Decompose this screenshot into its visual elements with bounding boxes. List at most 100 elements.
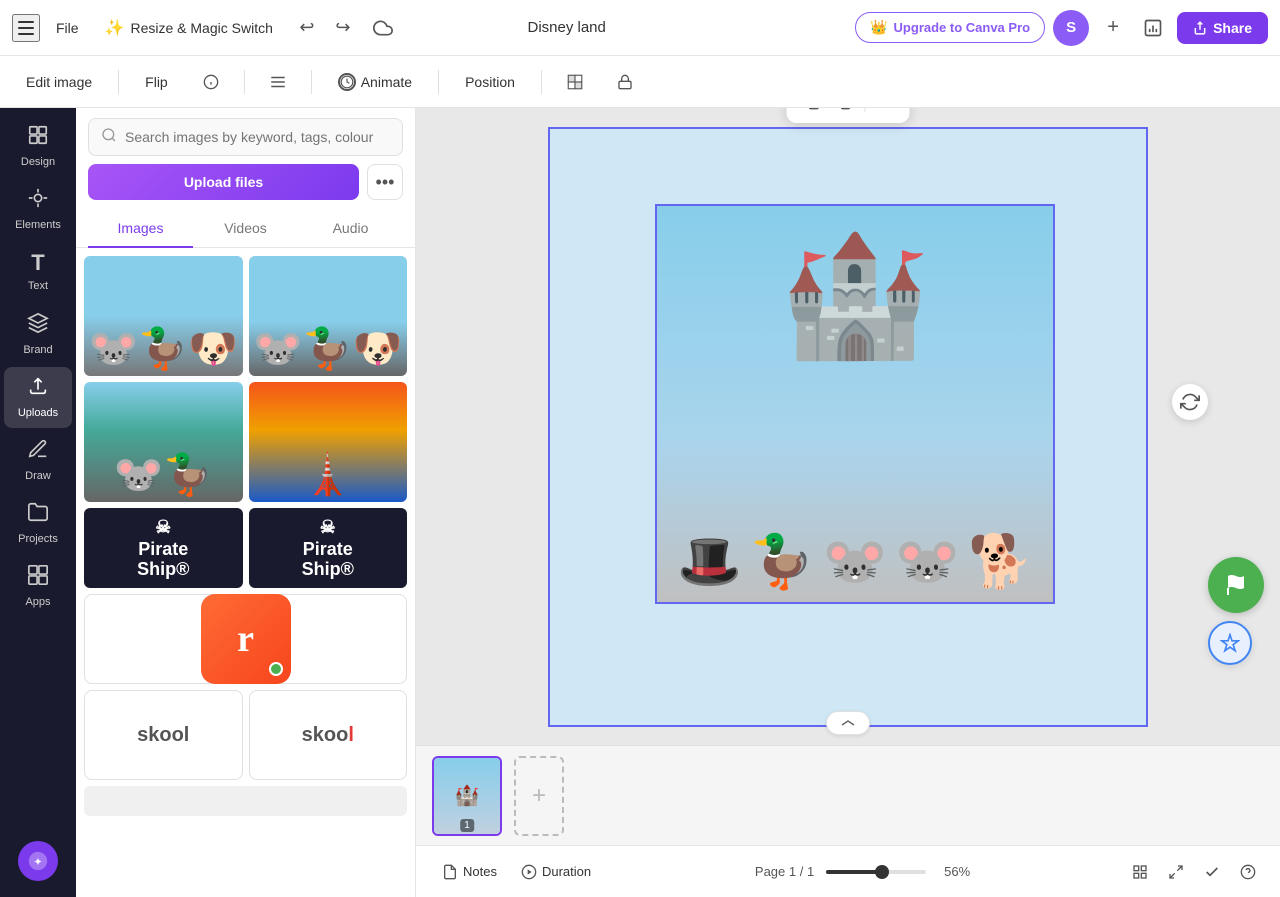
upload-files-button[interactable]: Upload files — [88, 164, 359, 200]
char-goofy: 🎩 — [677, 531, 742, 592]
app-r-tile[interactable]: r — [84, 594, 407, 684]
share-button[interactable]: Share — [1177, 12, 1268, 44]
upgrade-button[interactable]: 👑 Upgrade to Canva Pro — [855, 12, 1045, 43]
brand-label: Brand — [23, 344, 52, 357]
checkerboard-button[interactable] — [558, 65, 592, 99]
skool-tile-2[interactable]: skool — [249, 690, 408, 780]
upload-more-button[interactable]: ••• — [367, 164, 403, 200]
uploads-icon — [27, 375, 49, 403]
image-tile-2[interactable]: 🐭🦆🐶 — [249, 256, 408, 376]
file-button[interactable]: File — [48, 16, 87, 40]
image-preview-2: 🐭🦆🐶 — [249, 256, 408, 376]
page-thumbnail-1[interactable]: 🏰 1 — [432, 756, 502, 836]
help-button[interactable] — [1232, 856, 1264, 888]
sidebar-bottom: ✦ — [18, 841, 58, 889]
sparkle-icon — [1220, 633, 1240, 653]
zoom-slider-track[interactable] — [826, 870, 926, 874]
redo-button[interactable]: ↪ — [327, 12, 359, 44]
rotate-handle[interactable] — [1172, 384, 1208, 420]
pirate-tile-1[interactable]: ☠ PirateShip® — [84, 508, 243, 588]
project-title-input[interactable] — [515, 15, 738, 40]
avatar-button[interactable]: S — [1053, 10, 1089, 46]
flip-button[interactable]: Flip — [135, 68, 178, 96]
ai-assistant-button[interactable]: ✦ — [18, 841, 58, 881]
sidebar-item-design[interactable]: Design — [4, 116, 72, 177]
tab-videos[interactable]: Videos — [193, 210, 298, 248]
app-tile-row: r — [84, 594, 407, 684]
draw-icon — [27, 438, 49, 466]
lock-button[interactable] — [608, 65, 642, 99]
panel-tabs: Images Videos Audio — [76, 210, 415, 248]
skool-tile-1[interactable]: skool — [84, 690, 243, 780]
page-indicator: Page 1 / 1 — [755, 864, 814, 879]
animate-button[interactable]: Animate — [328, 67, 422, 97]
position-button[interactable]: Position — [455, 68, 525, 96]
notes-button[interactable]: Notes — [432, 858, 507, 886]
analytics-icon — [1143, 18, 1163, 38]
info-button[interactable] — [194, 65, 228, 99]
sidebar-item-text[interactable]: T Text — [4, 242, 72, 301]
tab-images[interactable]: Images — [88, 210, 193, 248]
magic-edit-button[interactable] — [1208, 621, 1252, 665]
grid-view-button[interactable] — [1124, 856, 1156, 888]
app-r-letter: r — [237, 617, 254, 661]
canvas-area: 🏰 🎩 🦆 🐭 🐭 🐕 — [416, 108, 1280, 897]
image-tile-4[interactable]: 🗼 — [249, 382, 408, 502]
analytics-button[interactable] — [1137, 12, 1169, 44]
elements-icon — [27, 187, 49, 215]
plus-button[interactable]: + — [1097, 12, 1129, 44]
projects-label: Projects — [18, 533, 58, 546]
tab-audio[interactable]: Audio — [298, 210, 403, 248]
disney-characters: 🎩 🦆 🐭 🐭 🐕 — [657, 531, 1053, 602]
copy-element-button[interactable] — [797, 108, 827, 117]
flip-label: Flip — [145, 74, 168, 90]
skool-label-1: skool — [137, 724, 189, 747]
edit-image-button[interactable]: Edit image — [16, 68, 102, 96]
search-input[interactable] — [125, 129, 390, 145]
castle-emoji: 🏰 — [780, 226, 929, 366]
sidebar-item-uploads[interactable]: Uploads — [4, 367, 72, 428]
check-button[interactable] — [1196, 856, 1228, 888]
cloud-icon — [373, 18, 393, 38]
delete-element-button[interactable] — [831, 108, 861, 117]
check-icon — [1204, 864, 1220, 880]
expand-icon — [1168, 864, 1184, 880]
more-icon: ••• — [376, 172, 395, 193]
magic-switch-button[interactable]: ✨ Resize & Magic Switch — [95, 14, 283, 42]
more-options-button[interactable] — [870, 108, 900, 117]
help-icon — [1240, 864, 1256, 880]
plus-icon: + — [532, 782, 546, 810]
image-preview-4: 🗼 — [249, 382, 408, 502]
hide-panels-button[interactable] — [826, 711, 870, 735]
sidebar-item-projects[interactable]: Projects — [4, 493, 72, 554]
sidebar-item-draw[interactable]: Draw — [4, 430, 72, 491]
lines-button[interactable] — [261, 65, 295, 99]
design-icon — [27, 124, 49, 152]
green-flag-button[interactable] — [1208, 557, 1264, 613]
toolbar2-separator-3 — [311, 70, 312, 94]
fullscreen-button[interactable] — [1160, 856, 1192, 888]
pirate-tiles-row: ☠ PirateShip® ☠ PirateShip® — [84, 508, 407, 588]
selected-image[interactable]: 🏰 🎩 🦆 🐭 🐭 🐕 — [655, 204, 1055, 604]
zoom-label[interactable]: 56% — [934, 864, 970, 879]
add-page-button[interactable]: + — [514, 756, 564, 836]
duration-button[interactable]: Duration — [511, 858, 601, 886]
sidebar-item-elements[interactable]: Elements — [4, 179, 72, 240]
toolbar2: Edit image Flip Animate Position — [0, 56, 1280, 108]
toolbar2-separator-5 — [541, 70, 542, 94]
cloud-save-button[interactable] — [367, 12, 399, 44]
main-area: Design Elements T Text Brand Uploads — [0, 108, 1280, 897]
menu-button[interactable] — [12, 14, 40, 42]
skull-icon-1: ☠ — [155, 517, 171, 538]
disney-scene: 🏰 🎩 🦆 🐭 🐭 🐕 — [657, 206, 1053, 602]
pirate-tile-2[interactable]: ☠ PirateShip® — [249, 508, 408, 588]
sidebar-item-brand[interactable]: Brand — [4, 304, 72, 365]
image-tile-1[interactable]: 🐭🦆🐶 — [84, 256, 243, 376]
design-canvas[interactable]: 🏰 🎩 🦆 🐭 🐭 🐕 — [548, 127, 1148, 727]
bottom-bar: Notes Duration Page 1 / 1 56% — [416, 845, 1280, 897]
sidebar-item-apps[interactable]: Apps — [4, 556, 72, 617]
undo-button[interactable]: ↩ — [291, 12, 323, 44]
app-r-dot — [269, 662, 283, 676]
image-tile-3[interactable]: 🐭🦆 — [84, 382, 243, 502]
zoom-slider-thumb[interactable] — [875, 865, 889, 879]
